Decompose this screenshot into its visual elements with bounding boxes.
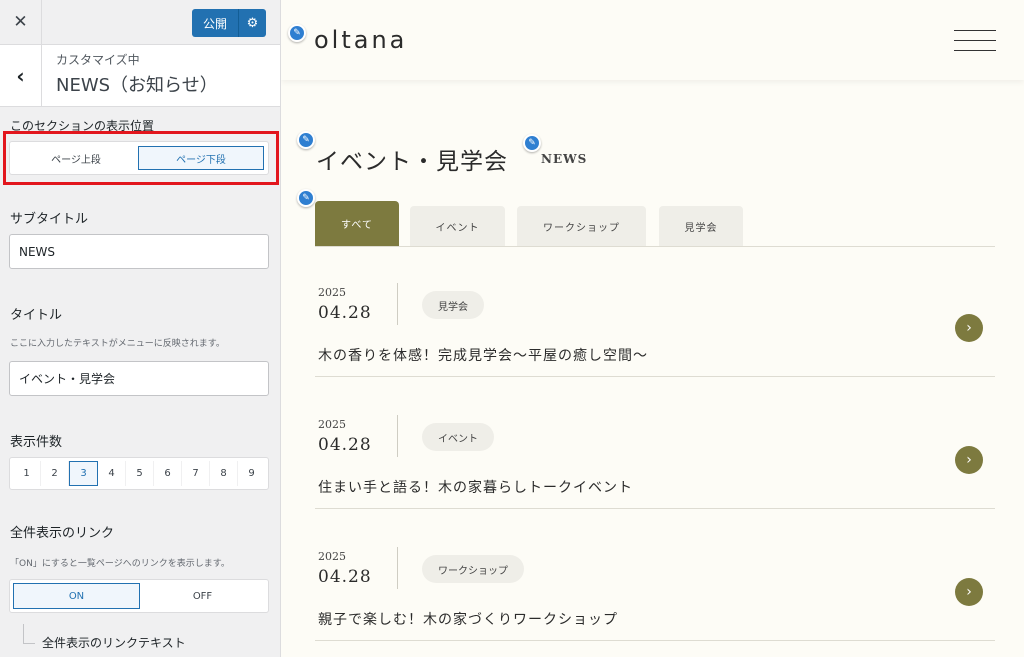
customizer-topbar: ✕ 公開 ⚙ [0,0,280,45]
count-option[interactable]: 1 [13,461,41,486]
news-item[interactable]: 2025 04.28 イベント 住まい手と語る！木の家暮らしトークイベント › [315,379,995,509]
tab-workshop[interactable]: ワークショップ [517,206,646,246]
close-button[interactable]: ✕ [0,0,42,44]
tree-connector [23,624,35,644]
customizing-label: カスタマイズ中 [56,53,140,67]
news-divider [397,415,398,457]
news-title[interactable]: 木の香りを体感！完成見学会〜平屋の癒し空間〜 [318,345,648,365]
count-option-selected[interactable]: 3 [69,461,98,486]
tab-open-house[interactable]: 見学会 [659,206,743,246]
news-category-badge: 見学会 [422,291,484,319]
highlight-box [3,131,279,185]
link-toggle: ON OFF [9,579,269,613]
count-option[interactable]: 7 [182,461,210,486]
link-text-label: 全件表示のリンクテキスト [42,636,186,650]
news-item[interactable]: 2025 04.28 ワークショップ 親子で楽しむ！木の家づくりワークショップ … [315,511,995,641]
count-option[interactable]: 2 [41,461,69,486]
news-divider [397,547,398,589]
news-section-subtitle: NEWS [541,152,588,166]
count-option[interactable]: 4 [98,461,126,486]
news-year: 2025 [318,286,346,299]
news-title[interactable]: 住まい手と語る！木の家暮らしトークイベント [318,477,633,497]
news-category-badge: イベント [422,423,494,451]
section-title: NEWS（お知らせ） [56,75,218,96]
count-option[interactable]: 6 [154,461,182,486]
news-date: 04.28 [318,303,372,323]
customizer-panel: ✕ 公開 ⚙ ‹ カスタマイズ中 NEWS（お知らせ） このセクションの表示位置… [0,0,281,657]
count-option[interactable]: 5 [126,461,154,486]
subtitle-label: サブタイトル [10,212,89,227]
link-off-option[interactable]: OFF [140,583,265,609]
news-date: 04.28 [318,567,372,587]
count-option[interactable]: 8 [210,461,238,486]
hamburger-icon[interactable] [954,30,996,52]
link-description: 「ON」にすると一覧ページへのリンクを表示します。 [10,559,230,569]
publish-button[interactable]: 公開 ⚙ [192,9,266,37]
pencil-icon[interactable]: ✎ [523,134,541,152]
news-divider [397,283,398,325]
site-header: oltana [281,0,1024,80]
pencil-icon[interactable]: ✎ [288,24,306,42]
news-category-badge: ワークショップ [422,555,524,583]
news-date: 04.28 [318,435,372,455]
chevron-right-icon[interactable]: › [955,446,983,474]
section-header: ‹ カスタマイズ中 NEWS（お知らせ） [0,45,280,107]
news-year: 2025 [318,418,346,431]
count-selector: 1 2 3 4 5 6 7 8 9 [9,457,269,490]
site-logo[interactable]: oltana [314,26,407,54]
close-icon: ✕ [13,12,28,32]
gear-icon[interactable]: ⚙ [238,9,266,37]
link-label: 全件表示のリンク [10,526,115,541]
tab-all[interactable]: すべて [315,201,399,246]
news-year: 2025 [318,550,346,563]
count-option[interactable]: 9 [238,461,265,486]
tab-event[interactable]: イベント [410,206,505,246]
news-title[interactable]: 親子で楽しむ！木の家づくりワークショップ [318,609,618,629]
chevron-right-icon[interactable]: › [955,314,983,342]
link-on-option[interactable]: ON [13,583,140,609]
count-label: 表示件数 [10,435,63,450]
pencil-icon[interactable]: ✎ [297,131,315,149]
title-input[interactable]: イベント・見学会 [9,361,269,396]
chevron-right-icon[interactable]: › [955,578,983,606]
title-label: タイトル [10,308,63,323]
pencil-icon[interactable]: ✎ [297,189,315,207]
chevron-left-icon: ‹ [16,63,25,88]
back-button[interactable]: ‹ [0,45,42,106]
title-description: ここに入力したテキストがメニューに反映されます。 [10,339,225,349]
news-item[interactable]: 2025 04.28 見学会 木の香りを体感！完成見学会〜平屋の癒し空間〜 › [315,247,995,377]
publish-label: 公開 [202,16,227,31]
site-preview: oltana ✎ ✎ ✎ ✎ イベント・見学会 NEWS すべて イベント ワー… [281,0,1024,657]
subtitle-input[interactable]: NEWS [9,234,269,269]
news-section-title: イベント・見学会 [316,149,508,175]
